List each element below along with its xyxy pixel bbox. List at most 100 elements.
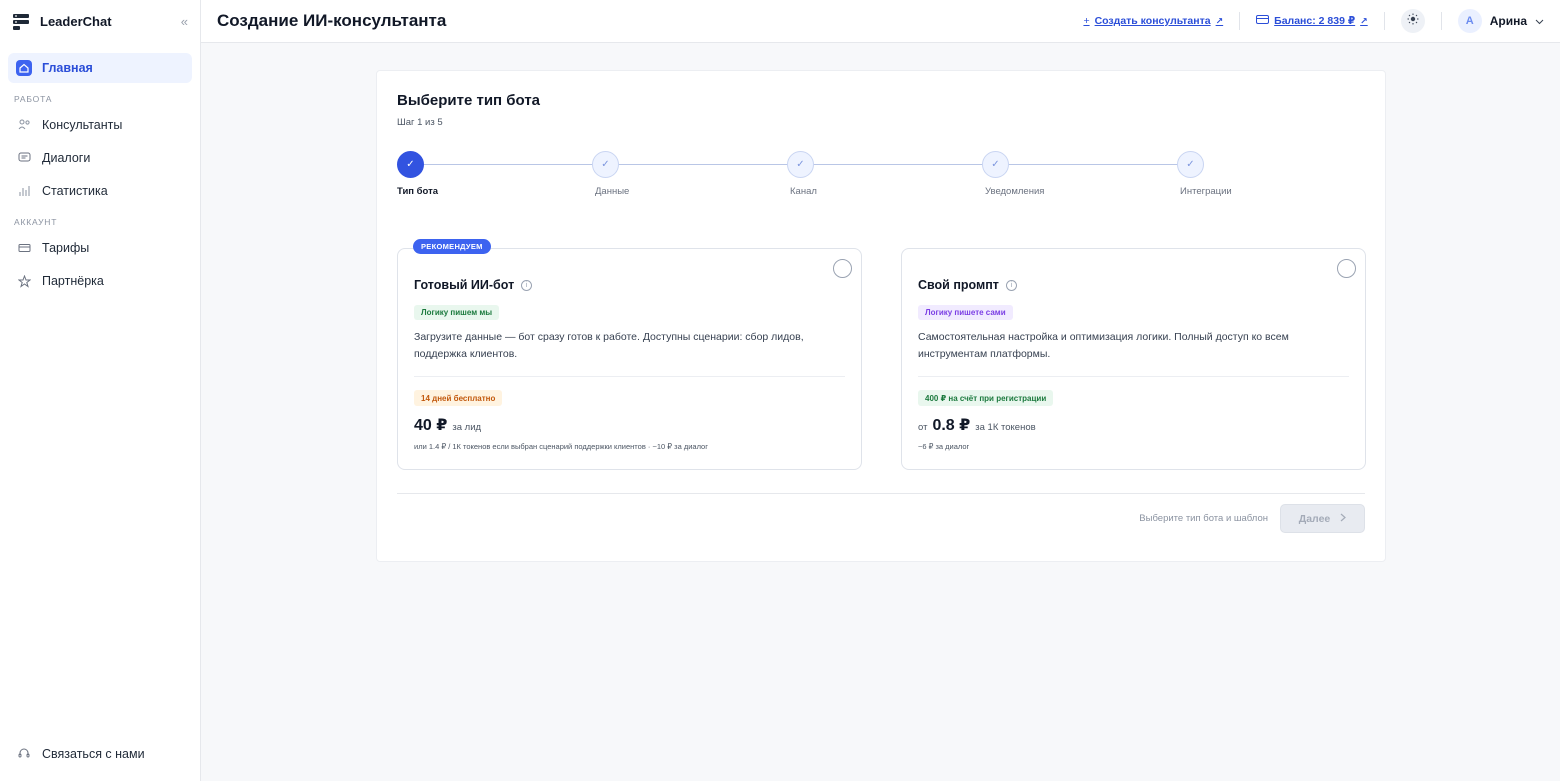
contact-label: Связаться с нами [42,747,145,761]
section-label-account: АККАУНТ [14,217,58,227]
brand: LeaderChat « [0,0,200,43]
option-offer-badge: 14 дней бесплатно [414,390,503,406]
step-channel[interactable]: ✓ Канал [787,151,907,197]
price-unit: за лид [452,422,482,433]
sidebar-item-home[interactable]: Главная [8,53,192,83]
next-label: Далее [1298,512,1331,525]
check-icon: ✓ [592,151,619,178]
option-tag: Логику пишете сами [918,305,1013,320]
contact-us-button[interactable]: Связаться с нами [8,741,192,767]
price-note: ~6 ₽ за диалог [918,442,970,451]
footer-divider [397,493,1365,494]
create-consultant-link[interactable]: + Создать консультанта ↗ [1083,15,1223,27]
option-description: Самостоятельная настройка и оптимизация … [918,331,1289,360]
balance-link[interactable]: Баланс: 2 839 ₽ ↗ [1256,15,1368,27]
check-icon: ✓ [1177,151,1204,178]
balance-label: Баланс: 2 839 ₽ [1274,15,1356,27]
leaderchat-logo-icon [12,13,30,31]
home-icon [16,60,32,76]
sidebar-item-statistics[interactable]: Статистика [8,176,192,206]
option-tag: Логику пишем мы [414,305,500,320]
brand-name: LeaderChat [40,14,112,29]
option-title-text: Готовый ИИ-бот [414,278,515,292]
option-custom-prompt[interactable]: Свой промпт i Логику пишете сами Самосто… [901,248,1366,470]
option-title-text: Свой промпт [918,278,999,292]
create-consultant-label: Создать консультанта [1094,15,1211,27]
step-integrations[interactable]: ✓ Интеграции [1177,151,1297,197]
step-bot-type[interactable]: ✓ Тип бота [397,151,517,197]
header-divider [1239,12,1241,30]
wallet-icon [1256,15,1270,27]
sidebar-item-tariffs[interactable]: Тарифы [8,233,192,263]
sidebar-item-label: Партнёрка [42,274,104,288]
external-arrow-icon: ↗ [1360,15,1368,26]
radio-button[interactable] [1337,259,1356,278]
option-title: Готовый ИИ-бот i [414,278,533,292]
header-divider [1440,12,1442,30]
sidebar-item-label: Консультанты [42,118,123,132]
radio-button[interactable] [833,259,852,278]
wizard-title: Выберите тип бота [397,92,541,109]
sun-icon [1407,12,1419,30]
section-label-work: РАБОТА [14,94,53,104]
wizard-stepper: ✓ Тип бота ✓ Данные ✓ Канал ✓ Уведомлени… [397,151,1247,211]
wizard-card: Выберите тип бота Шаг 1 из 5 ✓ Тип бота … [376,70,1386,562]
sidebar-item-partners[interactable]: Партнёрка [8,266,192,296]
user-name: Арина [1489,14,1527,28]
chat-icon [16,150,32,166]
sidebar-item-label: Статистика [42,184,108,198]
support-icon [16,746,32,762]
user-menu[interactable]: A Арина [1457,9,1560,33]
top-header: Создание ИИ-консультанта + Создать консу… [201,0,1560,43]
price-note: или 1.4 ₽ / 1К токенов если выбран сцена… [414,442,708,451]
collapse-sidebar-icon[interactable]: « [181,14,188,29]
step-label: Интеграции [1180,186,1232,197]
price-value: 0.8 ₽ [932,417,971,434]
external-arrow-icon: ↗ [1215,15,1224,26]
theme-toggle-button[interactable] [1400,9,1425,33]
info-icon[interactable]: i [1005,279,1017,291]
sidebar-item-dialogs[interactable]: Диалоги [8,143,192,173]
sidebar-item-label: Тарифы [42,241,90,255]
step-label: Тип бота [397,186,439,197]
header-divider [1383,12,1385,30]
plus-icon: + [1083,15,1090,27]
avatar: A [1457,9,1482,33]
check-icon: ✓ [787,151,814,178]
price-unit: за 1К токенов [975,422,1036,433]
sidebar-item-consultants[interactable]: Консультанты [8,110,192,140]
info-icon[interactable]: i [521,279,533,291]
price-prefix: от [918,422,928,433]
option-description: Загрузите данные — бот сразу готов к раб… [414,331,804,360]
sidebar-item-label: Главная [42,61,93,75]
recommended-badge: РЕКОМЕНДУЕМ [413,239,491,254]
chevron-right-icon [1340,513,1347,525]
sidebar-nav: Главная РАБОТА Консультанты Диалоги Стат… [0,43,200,296]
price-value: 40 ₽ [414,417,448,434]
step-label: Уведомления [985,186,1045,197]
option-price: от 0.8 ₽ за 1К токенов [918,415,1036,435]
card-icon [16,240,32,256]
step-counter: Шаг 1 из 5 [397,117,443,128]
next-button[interactable]: Далее [1280,504,1365,533]
page-title: Создание ИИ-консультанта [217,11,447,30]
sidebar: LeaderChat « Главная РАБОТА Консультанты… [0,0,201,781]
chevron-down-icon [1535,14,1544,28]
users-icon [16,117,32,133]
bar-chart-icon [16,183,32,199]
option-divider [414,376,845,377]
check-icon: ✓ [982,151,1009,178]
star-icon [16,273,32,289]
step-notifications[interactable]: ✓ Уведомления [982,151,1102,197]
footer-hint: Выберите тип бота и шаблон [1139,513,1268,524]
step-label: Данные [595,186,630,197]
step-label: Канал [790,186,817,197]
option-divider [918,376,1349,377]
option-ready-bot[interactable]: Готовый ИИ-бот i Логику пишем мы Загрузи… [397,248,862,470]
check-icon: ✓ [397,151,424,178]
sidebar-item-label: Диалоги [42,151,91,165]
option-title: Свой промпт i [918,278,1017,292]
option-price: 40 ₽ за лид [414,415,481,435]
option-offer-badge: 400 ₽ на счёт при регистрации [918,390,1054,406]
step-data[interactable]: ✓ Данные [592,151,712,197]
